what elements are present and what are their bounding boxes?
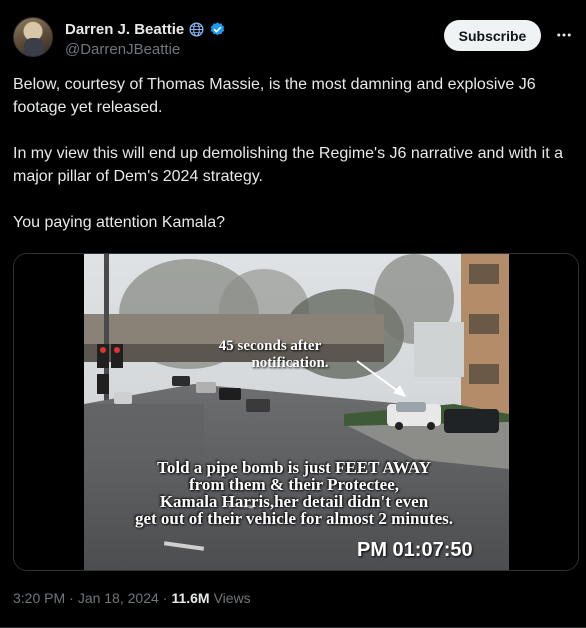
tweet-header: Darren J. Beattie @DarrenJBeattie Subscr… [13, 15, 576, 61]
caption-bottom-line: Kamala Harris,her detail didn't even [159, 492, 429, 511]
tweet-paragraph: Below, courtesy of Thomas Massie, is the… [13, 76, 536, 116]
meta-separator: · [69, 590, 74, 606]
views-count: 11.6M [171, 590, 210, 606]
video-player[interactable]: 45 seconds after notification. Told a pi… [13, 253, 579, 571]
video-caption-top: 45 seconds after notification. [190, 338, 350, 372]
globe-icon [189, 21, 204, 37]
views-label: Views [213, 590, 251, 606]
display-name[interactable]: Darren J. Beattie [65, 21, 184, 38]
caption-bottom-line: Told a pipe bomb is just FEET AWAY [157, 458, 431, 477]
tweet-text: Below, courtesy of Thomas Massie, is the… [13, 73, 575, 234]
display-name-row: Darren J. Beattie [65, 19, 226, 39]
caption-bottom-line: from them & their Protectee, [188, 475, 400, 494]
verified-badge-icon[interactable] [209, 21, 226, 38]
caption-top-line: notification. [251, 355, 329, 371]
video-timestamp: PM 01:07:50 [357, 539, 473, 561]
tweet-card: Darren J. Beattie @DarrenJBeattie Subscr… [0, 0, 586, 628]
caption-bottom-line: get out of their vehicle for almost 2 mi… [134, 509, 454, 528]
tweet-paragraph: You paying attention Kamala? [13, 214, 226, 231]
caption-top-line: 45 seconds after [218, 338, 322, 354]
more-dots-icon[interactable] [552, 23, 576, 47]
tweet-meta: 3:20 PM · Jan 18, 2024 · 11.6M Views [13, 590, 251, 606]
tweet-time[interactable]: 3:20 PM [13, 590, 65, 606]
tweet-date[interactable]: Jan 18, 2024 [78, 590, 159, 606]
subscribe-button[interactable]: Subscribe [444, 20, 541, 51]
tweet-paragraph: In my view this will end up demolishing … [13, 145, 563, 185]
avatar[interactable] [13, 17, 53, 57]
video-caption-bottom: Told a pipe bomb is just FEET AWAY from … [94, 459, 494, 527]
handle[interactable]: @DarrenJBeattie [65, 41, 226, 58]
meta-separator: · [162, 590, 168, 606]
author-info: Darren J. Beattie @DarrenJBeattie [65, 19, 226, 58]
